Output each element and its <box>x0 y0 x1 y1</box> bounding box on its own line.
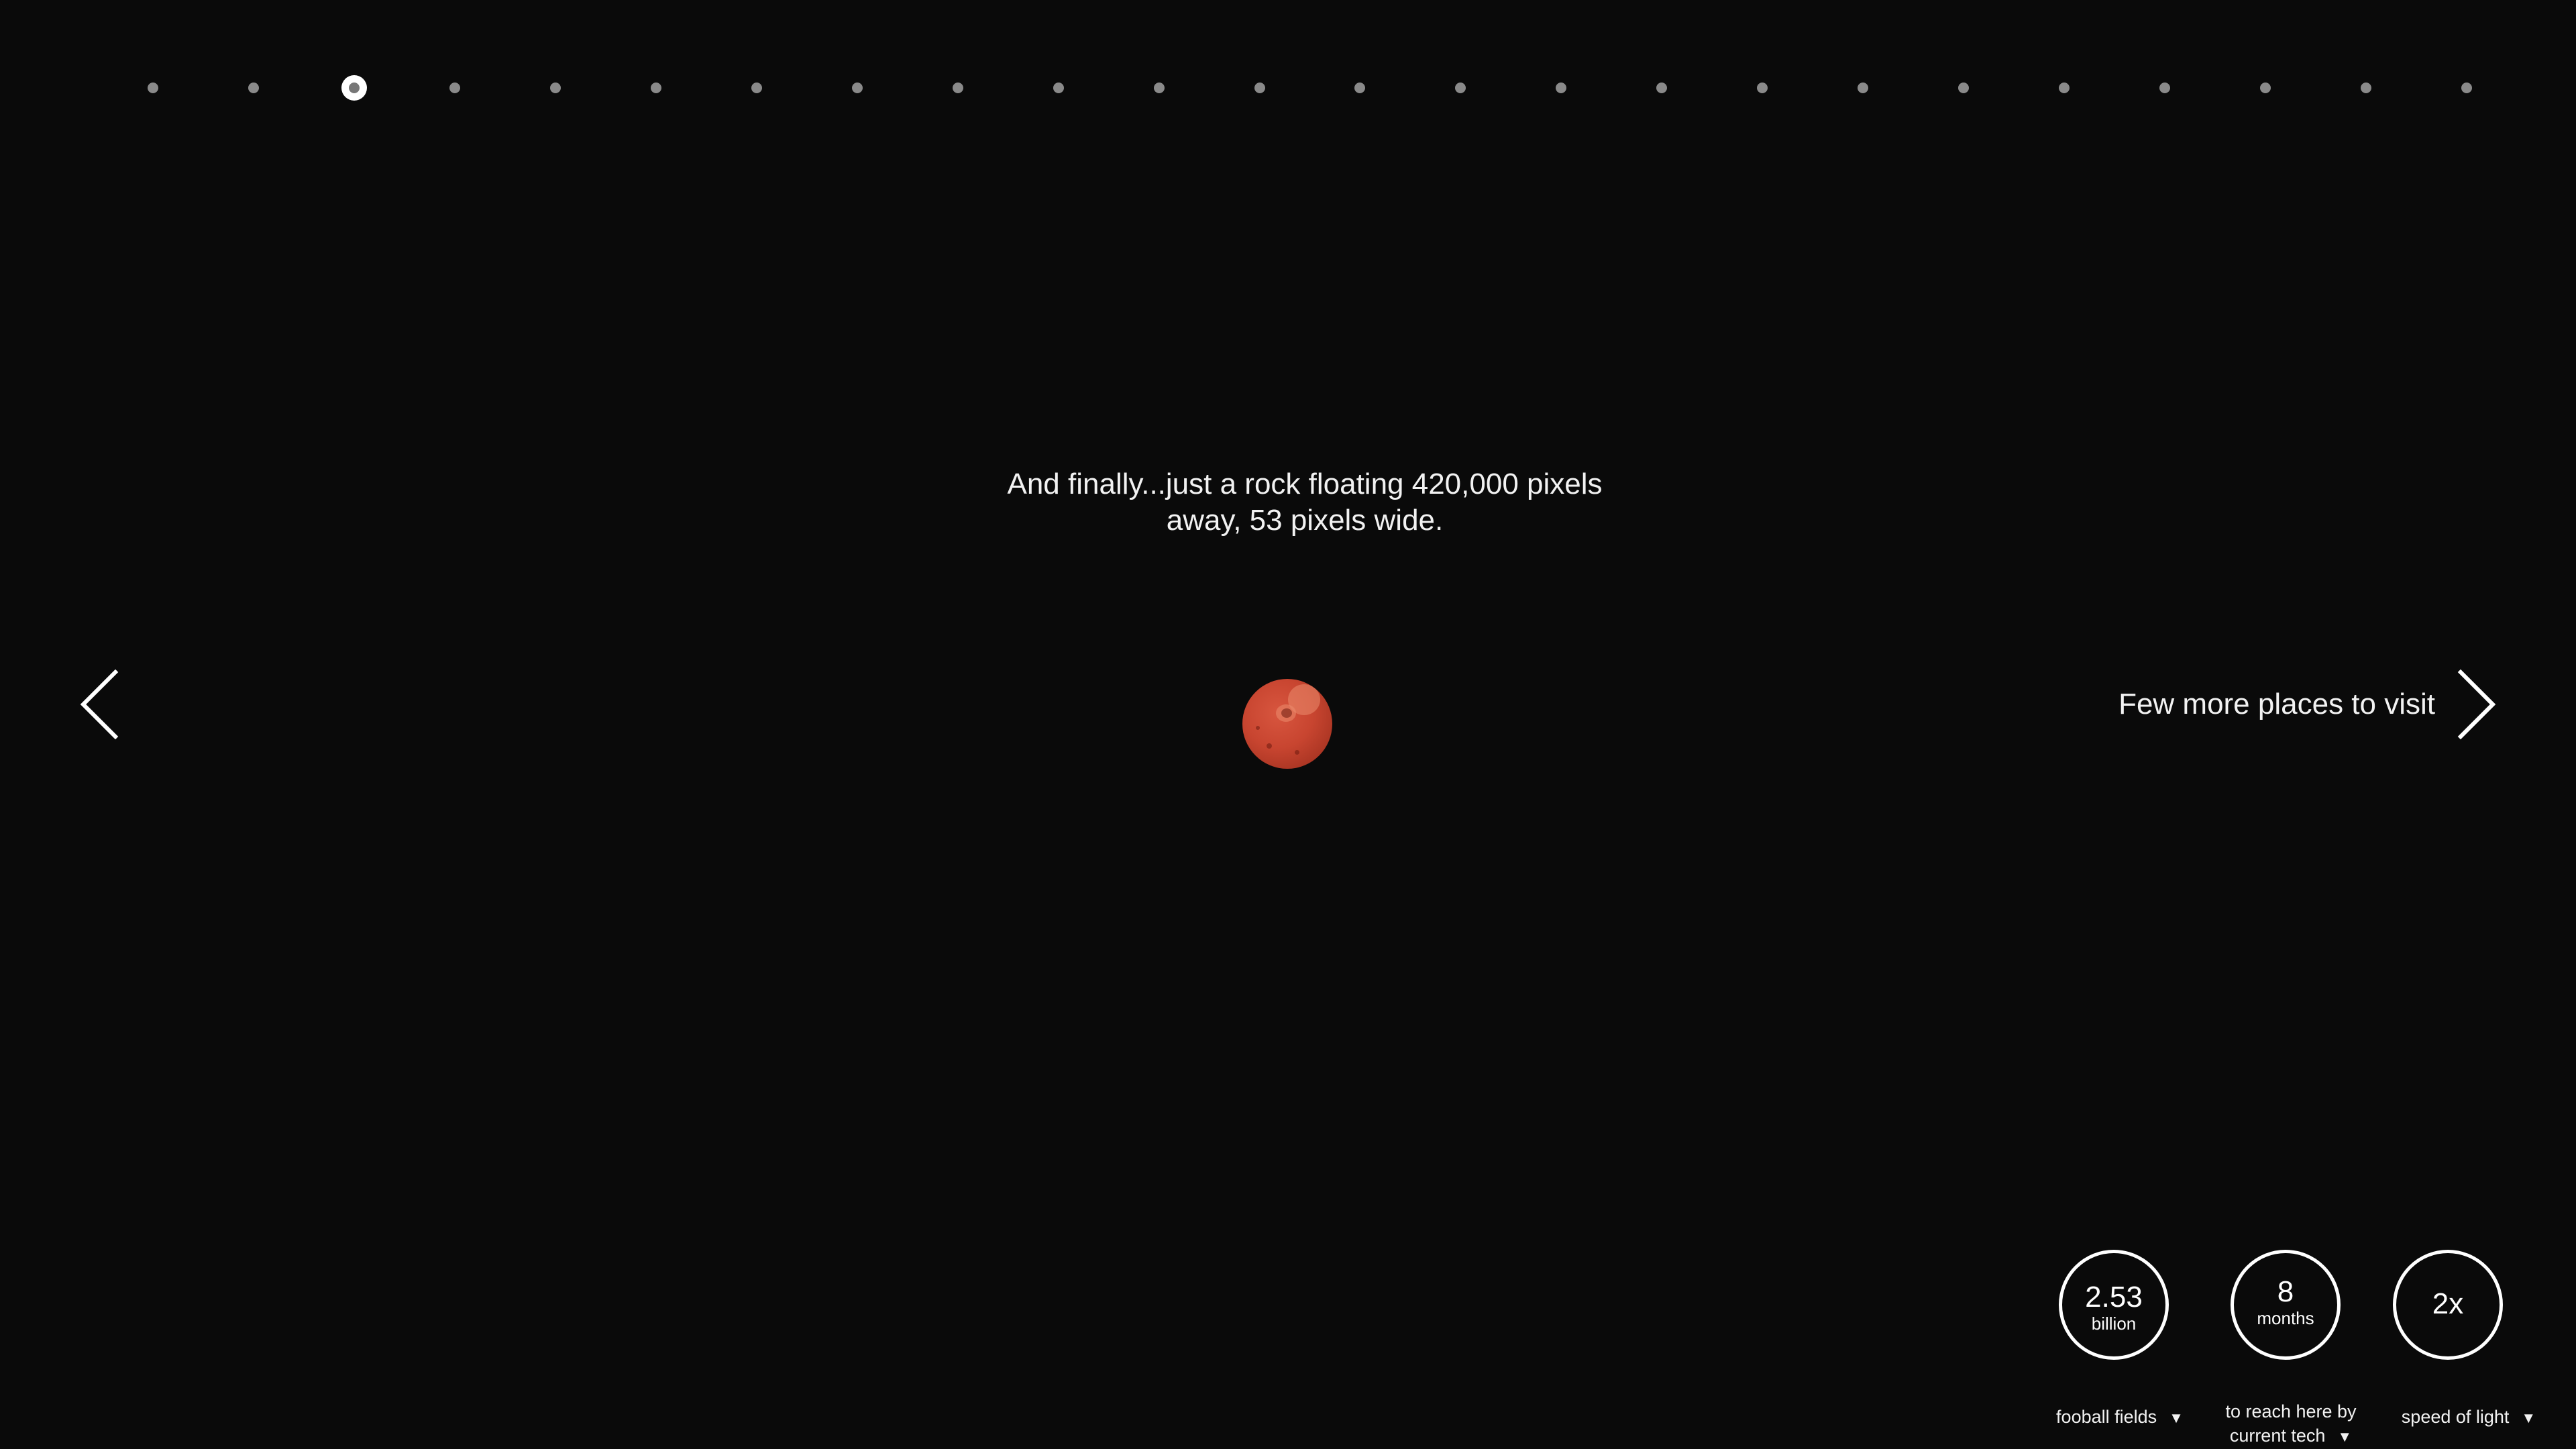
progress-dot[interactable] <box>449 83 460 93</box>
progress-dot-active[interactable] <box>341 75 367 101</box>
previous-button[interactable] <box>74 664 127 745</box>
progress-dot[interactable] <box>1858 83 1869 93</box>
travel-time-stat-circle: 8 months <box>2231 1250 2341 1360</box>
next-destination-label[interactable]: Few more places to visit <box>2113 684 2435 724</box>
progress-dot[interactable] <box>851 83 863 93</box>
stat-value: 2.53 <box>2085 1281 2143 1313</box>
progress-dot[interactable] <box>248 83 259 93</box>
planet-crater <box>1281 708 1292 718</box>
progress-dot[interactable] <box>2361 83 2372 93</box>
progress-dot[interactable] <box>1556 83 1567 93</box>
progress-dot[interactable] <box>1053 83 1064 93</box>
moon-planet <box>1242 679 1332 769</box>
planet-crater <box>1295 750 1299 755</box>
caret-down-icon: ▼ <box>2169 1409 2184 1426</box>
stat-unit: billion <box>2091 1313 2137 1334</box>
next-button[interactable] <box>2449 664 2502 745</box>
progress-dot[interactable] <box>1958 83 1970 93</box>
speed-unit-dropdown[interactable]: speed of light ▼ <box>2388 1381 2549 1430</box>
progress-dot[interactable] <box>1254 83 1265 93</box>
chevron-right-icon <box>2457 669 2496 740</box>
dropdown-label: speed of light <box>2401 1407 2510 1427</box>
story-caption: And finally...just a rock floating 420,0… <box>1007 468 1603 537</box>
progress-dot[interactable] <box>148 83 158 93</box>
stat-value: 8 <box>2277 1275 2294 1308</box>
dropdown-label: fooball fields <box>2056 1407 2157 1427</box>
progress-dot[interactable] <box>2059 83 2070 93</box>
progress-dot[interactable] <box>1757 83 1768 93</box>
stat-value: 2x <box>2432 1287 2464 1320</box>
progress-dot[interactable] <box>1153 83 1165 93</box>
travel-mode-dropdown[interactable]: to reach here by current tech ▼ <box>2207 1375 2375 1449</box>
chevron-left-icon <box>80 669 119 740</box>
speed-stat-circle: 2x <box>2393 1250 2503 1360</box>
progress-dot[interactable] <box>2461 83 2472 93</box>
progress-dot[interactable] <box>549 83 561 93</box>
caret-down-icon: ▼ <box>2337 1428 2353 1445</box>
progress-dot[interactable] <box>650 83 661 93</box>
progress-dot[interactable] <box>2260 83 2271 93</box>
stat-unit: months <box>2257 1308 2314 1328</box>
planet-crater <box>1256 726 1260 730</box>
progress-dot[interactable] <box>751 83 762 93</box>
progress-dot[interactable] <box>1354 83 1366 93</box>
progress-dots <box>0 0 2576 134</box>
app-stage: And finally...just a rock floating 420,0… <box>0 0 2576 1449</box>
progress-dot[interactable] <box>1455 83 1466 93</box>
progress-dot[interactable] <box>2159 83 2171 93</box>
caret-down-icon: ▼ <box>2521 1409 2536 1426</box>
progress-dot[interactable] <box>1656 83 1668 93</box>
distance-unit-dropdown[interactable]: fooball fields ▼ <box>2039 1381 2200 1430</box>
distance-stat-circle: 2.53 billion <box>2059 1250 2169 1360</box>
progress-dot[interactable] <box>952 83 963 93</box>
planet-crater <box>1267 743 1272 749</box>
dropdown-label: to reach here by current tech <box>2225 1401 2357 1446</box>
